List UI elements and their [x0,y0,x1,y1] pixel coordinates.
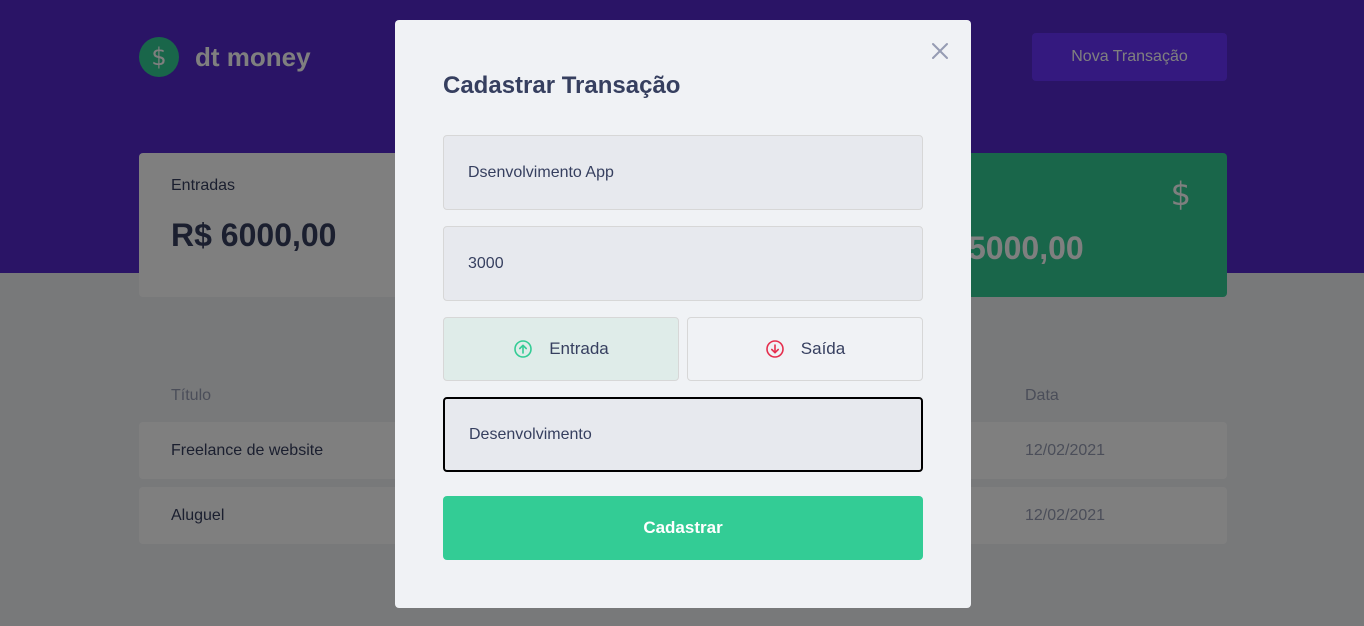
type-income-button[interactable]: Entrada [443,317,679,381]
arrow-up-circle-icon [513,339,533,359]
amount-input[interactable] [443,226,923,301]
submit-button[interactable]: Cadastrar [443,496,923,560]
close-button[interactable] [929,40,951,62]
modal-title: Cadastrar Transação [443,72,681,99]
type-outcome-label: Saída [800,339,846,358]
type-income-label: Entrada [549,339,609,358]
type-outcome-button[interactable]: Saída [687,317,923,381]
close-icon [932,43,948,59]
new-transaction-modal: Cadastrar Transação Entrada Saída Cadast… [395,20,971,608]
title-input[interactable] [443,135,923,210]
arrow-down-circle-icon [765,339,785,359]
category-input[interactable] [443,397,923,472]
